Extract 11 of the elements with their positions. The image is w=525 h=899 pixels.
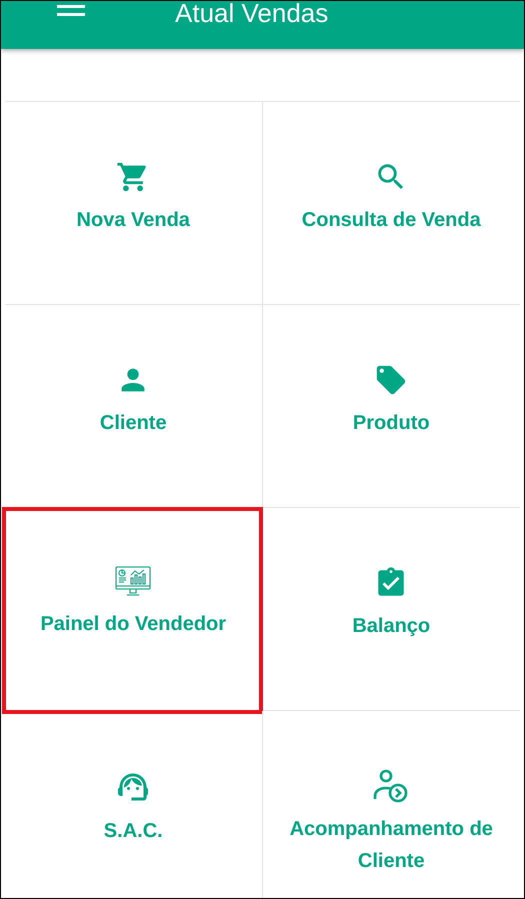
app-title: Atual Vendas <box>175 1 328 28</box>
menu-tile[interactable]: Produto <box>262 305 520 508</box>
person-arrow-icon <box>373 769 410 803</box>
monitor-chart-icon <box>115 566 152 598</box>
menu-tile[interactable]: Cliente <box>5 305 262 508</box>
menu-tile[interactable]: S.A.C. <box>5 711 262 898</box>
menu-tile[interactable]: Acompanhamento de Cliente <box>262 711 520 898</box>
menu-tile[interactable]: Nova Venda <box>5 102 262 305</box>
menu-tile[interactable]: Balanço <box>262 508 520 711</box>
menu-tile[interactable]: Consulta de Venda <box>262 102 520 305</box>
menu-tile[interactable]: Painel do Vendedor <box>5 508 262 711</box>
